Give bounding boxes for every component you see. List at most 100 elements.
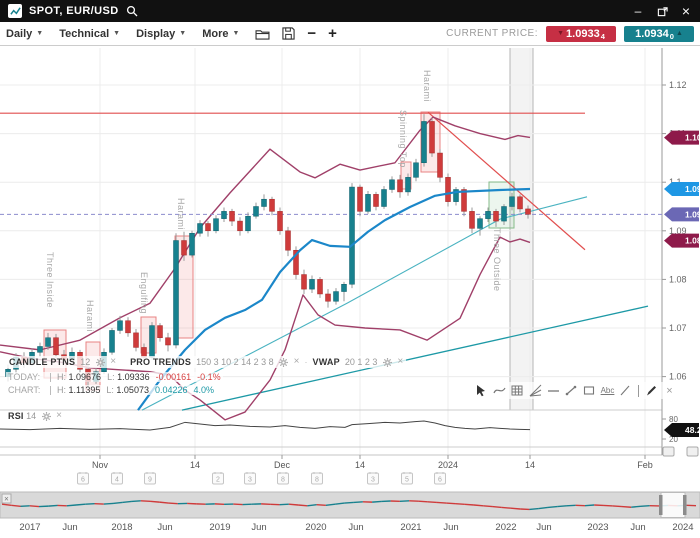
- calendar-event-icon[interactable]: 9: [145, 472, 156, 484]
- tool-pencil[interactable]: [644, 383, 659, 398]
- tool-fan[interactable]: [528, 383, 543, 398]
- indicator-pro-trends[interactable]: PRO TRENDS: [130, 357, 191, 367]
- restore-button[interactable]: [656, 5, 668, 17]
- navigator-handle-left[interactable]: [659, 495, 663, 515]
- calendar-event-icon[interactable]: 4: [112, 472, 123, 484]
- tool-rectangle[interactable]: [582, 383, 597, 398]
- zoom-out-button[interactable]: −: [307, 26, 316, 41]
- mini-candle-icon: [50, 386, 51, 395]
- chart-application-window: SPOT, EUR/USD – × Daily▼ Technical▼ Disp…: [0, 0, 700, 538]
- menu-display[interactable]: Display▼: [136, 28, 186, 40]
- tool-select[interactable]: [474, 383, 489, 398]
- today-low: 1.09336: [117, 372, 150, 382]
- indicator-candle-patterns[interactable]: CANDLE PTNS: [9, 357, 75, 367]
- navigator-close-icon[interactable]: ×: [2, 494, 11, 504]
- rsi-legend: RSI 14 ×: [8, 411, 62, 421]
- calendar-event-icon[interactable]: 3: [245, 472, 256, 484]
- gear-icon[interactable]: [41, 411, 51, 421]
- pattern-annotation: Three Inside: [45, 252, 55, 308]
- navigator-axis-label: 2021: [400, 522, 421, 533]
- chart-stats-row: CHART: H: 1.11395 L: 1.05073 0.04226 4.0…: [6, 385, 216, 395]
- x-axis-tick: 2024: [438, 460, 458, 470]
- x-axis-tick: 14: [355, 460, 365, 470]
- close-icon[interactable]: ×: [56, 411, 62, 421]
- today-change-pct: -0.1%: [197, 372, 221, 382]
- tool-curve[interactable]: [492, 383, 507, 398]
- close-icon[interactable]: ×: [680, 5, 692, 17]
- navigator-selection-window[interactable]: [659, 493, 687, 518]
- minimize-button[interactable]: –: [632, 5, 644, 17]
- calendar-event-icon[interactable]: 6: [435, 472, 446, 484]
- svg-text:5: 5: [405, 477, 409, 484]
- y-axis-tick: 1.12: [669, 80, 687, 90]
- scrollbar-thumb[interactable]: [687, 447, 698, 456]
- zoom-in-button[interactable]: +: [328, 26, 337, 41]
- close-icon[interactable]: ×: [397, 357, 403, 367]
- tool-horizontal-line[interactable]: [546, 383, 561, 398]
- svg-text:9: 9: [148, 477, 152, 484]
- save-icon[interactable]: [282, 27, 295, 40]
- svg-text:1.09337: 1.09337: [685, 209, 700, 219]
- pattern-annotation: Three Outside: [492, 228, 502, 292]
- indicator-vwap[interactable]: VWAP: [313, 357, 340, 367]
- navigator-axis-label: 2018: [111, 522, 132, 533]
- indicator-rsi[interactable]: RSI: [8, 411, 24, 421]
- navigator-axis-label: 2017: [19, 522, 40, 533]
- gear-icon[interactable]: [95, 357, 105, 367]
- open-folder-icon[interactable]: [255, 28, 270, 40]
- gear-icon[interactable]: [279, 357, 289, 367]
- toolbar-divider: [638, 385, 639, 397]
- tool-close[interactable]: ×: [662, 383, 677, 398]
- menu-technical[interactable]: Technical▼: [59, 28, 120, 40]
- x-axis-tick: Dec: [274, 460, 291, 470]
- scrollbar-thumb[interactable]: [663, 447, 674, 456]
- navigator-axis-label: 2024: [672, 522, 693, 533]
- pattern-annotation: Harami: [85, 300, 95, 332]
- chevron-down-icon: ▼: [232, 30, 239, 37]
- navigator-axis-label: Jun: [62, 522, 77, 533]
- tool-grid[interactable]: [510, 383, 525, 398]
- svg-text:×: ×: [4, 495, 9, 504]
- svg-text:1.09859: 1.09859: [685, 184, 700, 194]
- up-arrow-icon: ▲: [676, 30, 683, 37]
- tool-trend-line[interactable]: [564, 383, 579, 398]
- toolbar: Daily▼ Technical▼ Display▼ More▼ − + CUR…: [0, 22, 700, 46]
- tool-text[interactable]: Abc: [600, 383, 615, 398]
- down-arrow-icon: ▼: [557, 30, 564, 37]
- chart-low: 1.05073: [116, 385, 149, 395]
- navigator-axis-label: 2019: [209, 522, 230, 533]
- pattern-annotation: Engulfing: [139, 272, 149, 314]
- indicator-legend: CANDLE PTNS 12 × PRO TRENDS 150 3 10 2 1…: [6, 356, 406, 368]
- navigator-axis-label: 2023: [587, 522, 608, 533]
- price-chart-canvas[interactable]: 1.121.111.11.091.081.071.06Nov14Dec14202…: [0, 0, 700, 538]
- pattern-annotation: Harami: [422, 70, 432, 102]
- svg-text:3: 3: [371, 477, 375, 484]
- calendar-event-icon[interactable]: 8: [312, 472, 323, 484]
- calendar-event-icon[interactable]: 5: [402, 472, 413, 484]
- menu-more[interactable]: More▼: [202, 28, 239, 40]
- svg-text:8: 8: [281, 477, 285, 484]
- title-bar: SPOT, EUR/USD – ×: [0, 0, 700, 22]
- app-chart-icon: [8, 4, 22, 18]
- tool-diagonal-line[interactable]: [618, 383, 633, 398]
- today-change: -0.00161: [156, 372, 192, 382]
- navigator-handle-right[interactable]: [683, 495, 687, 515]
- svg-text:1.08799: 1.08799: [685, 236, 700, 246]
- calendar-event-icon[interactable]: 6: [78, 472, 89, 484]
- chart-change: 0.04226: [155, 385, 188, 395]
- calendar-event-icon[interactable]: 3: [368, 472, 379, 484]
- gear-icon[interactable]: [382, 357, 392, 367]
- x-axis-tick: Feb: [637, 460, 653, 470]
- svg-text:2: 2: [216, 477, 220, 484]
- chart-change-pct: 4.0%: [194, 385, 215, 395]
- calendar-event-icon[interactable]: 8: [278, 472, 289, 484]
- search-icon[interactable]: [126, 5, 138, 17]
- close-icon[interactable]: ×: [294, 357, 300, 367]
- menu-timeframe[interactable]: Daily▼: [6, 28, 43, 40]
- window-controls: – ×: [632, 5, 692, 17]
- y-axis-tick: 1.07: [669, 323, 687, 333]
- navigator-axis-label: Jun: [443, 522, 458, 533]
- calendar-event-icon[interactable]: 2: [213, 472, 224, 484]
- close-icon[interactable]: ×: [110, 357, 116, 367]
- chevron-down-icon: ▼: [113, 30, 120, 37]
